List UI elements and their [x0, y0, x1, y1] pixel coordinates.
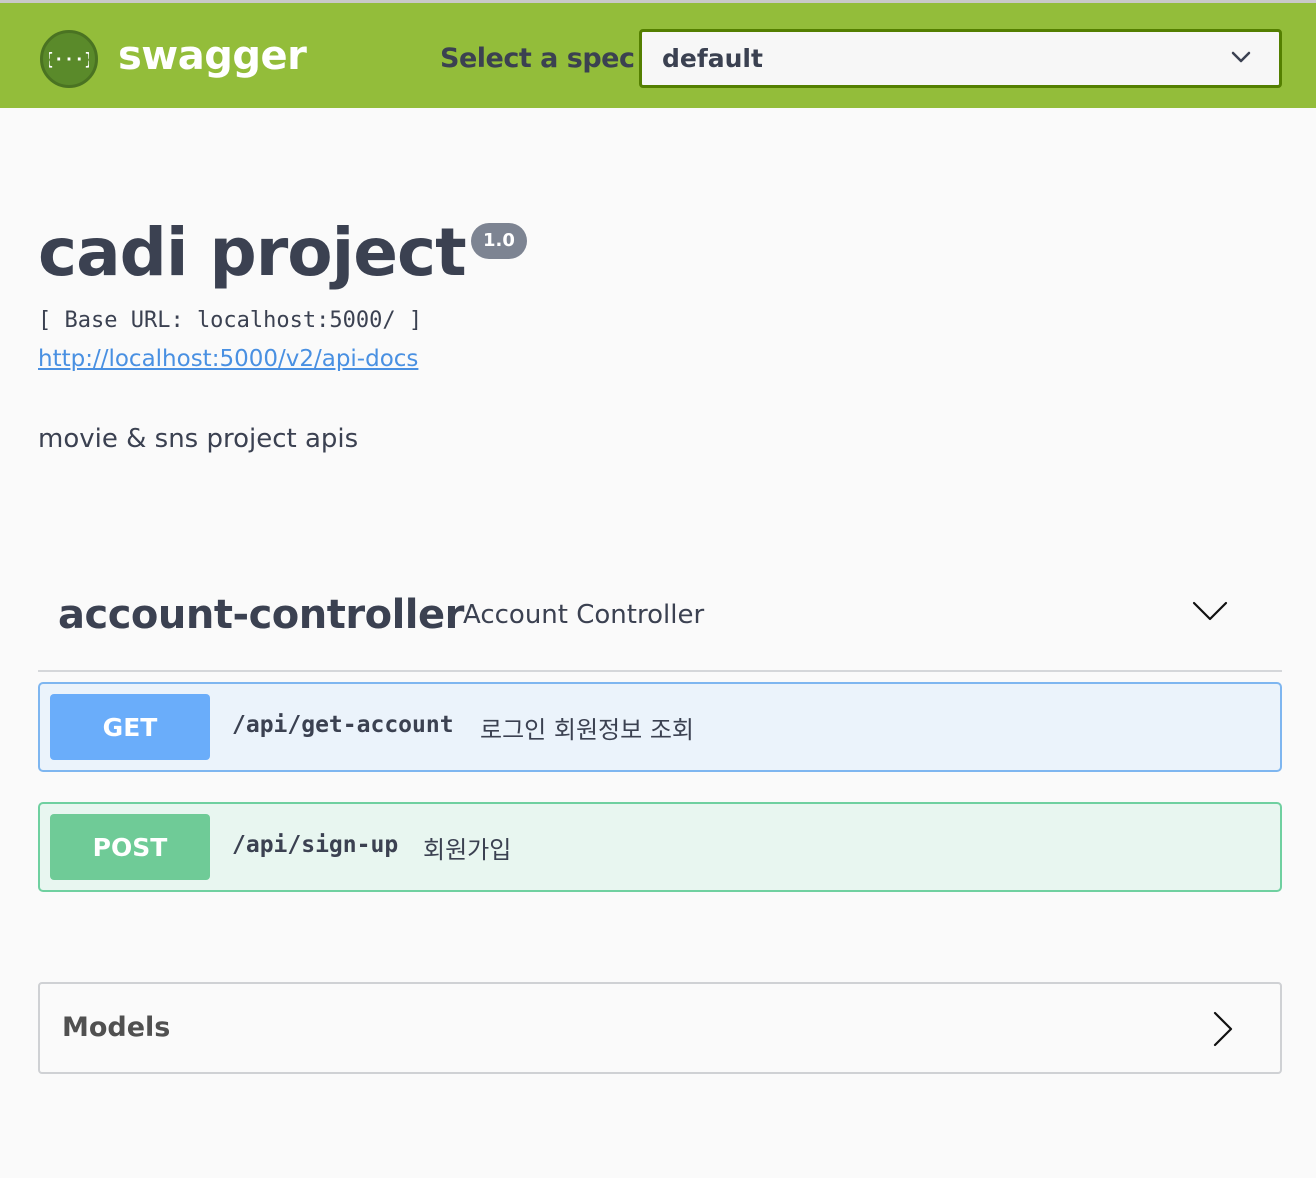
models-title: Models — [62, 1012, 171, 1043]
chevron-down-icon — [1231, 51, 1251, 63]
operation-summary: 로그인 회원정보 조회 — [480, 716, 694, 744]
topbar: {···} swagger Select a spec default — [0, 0, 1316, 108]
api-description: movie & sns project apis — [38, 424, 359, 454]
tag-description: Account Controller — [463, 600, 705, 630]
logo-text[interactable]: swagger — [118, 33, 307, 79]
operation-sign-up[interactable]: POST /api/sign-up 회원가입 — [38, 802, 1282, 892]
api-docs-link[interactable]: http://localhost:5000/v2/api-docs — [38, 346, 418, 372]
api-title: cadi project — [38, 214, 467, 291]
logo-glyph: {···} — [49, 50, 89, 70]
operation-path: /api/get-account — [232, 712, 454, 738]
http-method-badge: POST — [50, 814, 210, 880]
base-url: [ Base URL: localhost:5000/ ] — [38, 308, 423, 333]
version-badge: 1.0 — [471, 223, 527, 259]
http-method-badge: GET — [50, 694, 210, 760]
operation-path: /api/sign-up — [232, 832, 399, 858]
spec-select[interactable]: default — [639, 29, 1282, 88]
tag-name: account-controller — [58, 592, 464, 638]
models-section[interactable]: Models — [38, 982, 1282, 1074]
operation-get-account[interactable]: GET /api/get-account 로그인 회원정보 조회 — [38, 682, 1282, 772]
chevron-right-icon[interactable] — [1212, 1010, 1234, 1048]
operation-summary: 회원가입 — [423, 836, 512, 864]
tag-header[interactable]: account-controller Account Controller — [38, 580, 1282, 672]
spec-select-label: Select a spec — [440, 43, 635, 74]
chevron-down-icon[interactable] — [1192, 600, 1228, 622]
swagger-braces-icon[interactable]: {···} — [40, 30, 98, 88]
spec-select-value: default — [662, 44, 763, 73]
